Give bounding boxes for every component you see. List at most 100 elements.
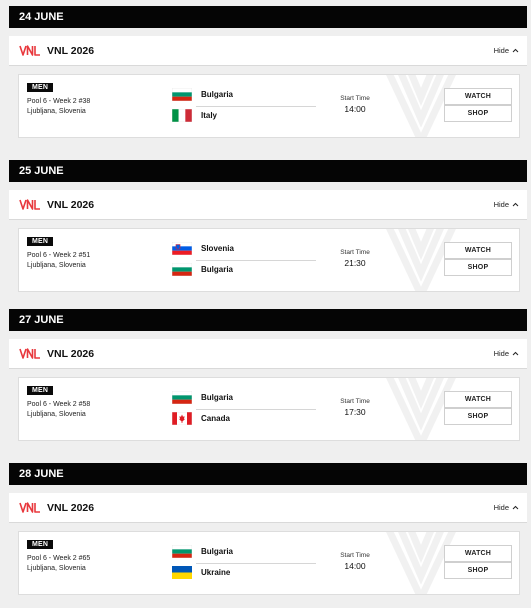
canada-flag-icon <box>172 412 192 425</box>
chevron-up-icon <box>512 505 519 510</box>
start-time-value: 21:30 <box>344 258 366 268</box>
venue-label: Ljubljana, Slovenia <box>27 108 86 115</box>
day-section: 27 JUNE VNL 2026 Hide MEN Pool 6 - Week … <box>9 309 527 441</box>
ukraine-flag-icon <box>172 566 192 579</box>
start-time-value: 14:00 <box>344 104 366 114</box>
match-info: Pool 6 - Week 2 #51 Ljubljana, Slovenia <box>27 251 90 271</box>
italy-flag-icon <box>172 109 192 122</box>
hide-toggle[interactable]: Hide <box>494 200 519 209</box>
team-row: Ukraine <box>172 566 230 579</box>
bulgaria-flag-icon <box>172 545 192 558</box>
gender-badge: MEN <box>27 237 54 246</box>
pool-label: Pool 6 - Week 2 #51 <box>27 252 91 259</box>
competition-header: VNL 2026 Hide <box>9 190 527 220</box>
start-time-label: Start Time <box>340 398 370 405</box>
watch-button[interactable]: WATCH <box>444 391 512 408</box>
match-card: MEN Pool 6 - Week 2 #65 Ljubljana, Slove… <box>18 531 520 595</box>
vnl-logo-icon <box>19 198 41 212</box>
start-time-value: 17:30 <box>344 407 366 417</box>
team-name: Bulgaria <box>201 90 234 99</box>
watch-button[interactable]: WATCH <box>444 545 512 562</box>
team-name: Bulgaria <box>201 547 234 556</box>
chevron-up-icon <box>512 202 519 207</box>
date-header: 25 JUNE <box>9 160 527 182</box>
shop-button[interactable]: SHOP <box>444 562 512 579</box>
day-section: 28 JUNE VNL 2026 Hide MEN Pool 6 - Week … <box>9 463 527 595</box>
vnl-logo-icon <box>19 501 41 515</box>
bulgaria-flag-icon <box>172 263 192 276</box>
vnl-logo-icon <box>19 44 41 58</box>
team-name: Bulgaria <box>201 265 234 274</box>
match-info: Pool 6 - Week 2 #65 Ljubljana, Slovenia <box>27 554 90 574</box>
hide-label: Hide <box>493 200 509 209</box>
hide-label: Hide <box>493 349 509 358</box>
team-row: Bulgaria <box>172 545 233 558</box>
start-time: Start Time 14:00 <box>335 95 375 114</box>
gender-badge: MEN <box>27 83 54 92</box>
date-header: 27 JUNE <box>9 309 527 331</box>
start-time-label: Start Time <box>340 249 370 256</box>
watch-button[interactable]: WATCH <box>444 242 512 259</box>
start-time: Start Time 17:30 <box>335 398 375 417</box>
day-section: 25 JUNE VNL 2026 Hide MEN Pool 6 - Week … <box>9 160 527 292</box>
competition-name: VNL 2026 <box>47 347 95 360</box>
pool-label: Pool 6 - Week 2 #65 <box>27 555 91 562</box>
hide-toggle[interactable]: Hide <box>494 503 519 512</box>
date-header: 28 JUNE <box>9 463 527 485</box>
match-card: MEN Pool 6 - Week 2 #38 Ljubljana, Slove… <box>18 74 520 138</box>
team-divider <box>196 563 316 564</box>
start-time-value: 14:00 <box>344 561 366 571</box>
match-info: Pool 6 - Week 2 #38 Ljubljana, Slovenia <box>27 97 90 117</box>
gender-badge: MEN <box>27 540 54 549</box>
bulgaria-flag-icon <box>172 391 192 404</box>
team-row: Canada <box>172 412 230 425</box>
hide-toggle[interactable]: Hide <box>494 46 519 55</box>
team-name: Slovenia <box>201 244 234 253</box>
match-card: MEN Pool 6 - Week 2 #58 Ljubljana, Slove… <box>18 377 520 441</box>
venue-label: Ljubljana, Slovenia <box>27 262 86 269</box>
match-card: MEN Pool 6 - Week 2 #51 Ljubljana, Slove… <box>18 228 520 292</box>
chevron-up-icon <box>512 351 519 356</box>
start-time-label: Start Time <box>340 552 370 559</box>
venue-label: Ljubljana, Slovenia <box>27 565 86 572</box>
team-row: Slovenia <box>172 242 234 255</box>
hide-toggle[interactable]: Hide <box>494 349 519 358</box>
hide-label: Hide <box>493 46 509 55</box>
competition-header: VNL 2026 Hide <box>9 36 527 66</box>
competition-name: VNL 2026 <box>47 198 95 211</box>
vnl-logo-icon <box>19 347 41 361</box>
competition-name: VNL 2026 <box>47 44 95 57</box>
team-row: Italy <box>172 109 217 122</box>
slovenia-flag-icon <box>172 242 192 255</box>
pool-label: Pool 6 - Week 2 #58 <box>27 401 91 408</box>
start-time-label: Start Time <box>340 95 370 102</box>
competition-header: VNL 2026 Hide <box>9 493 527 523</box>
team-divider <box>196 106 316 107</box>
watch-button[interactable]: WATCH <box>444 88 512 105</box>
pool-label: Pool 6 - Week 2 #38 <box>27 98 91 105</box>
team-divider <box>196 260 316 261</box>
team-name: Ukraine <box>201 568 231 577</box>
bulgaria-flag-icon <box>172 88 192 101</box>
shop-button[interactable]: SHOP <box>444 259 512 276</box>
venue-label: Ljubljana, Slovenia <box>27 411 86 418</box>
day-section: 24 JUNE VNL 2026 Hide MEN Pool 6 - Week … <box>9 6 527 138</box>
team-name: Italy <box>201 111 218 120</box>
team-name: Bulgaria <box>201 393 234 402</box>
team-name: Canada <box>201 414 230 423</box>
date-header: 24 JUNE <box>9 6 527 28</box>
shop-button[interactable]: SHOP <box>444 408 512 425</box>
team-row: Bulgaria <box>172 391 233 404</box>
start-time: Start Time 21:30 <box>335 249 375 268</box>
competition-header: VNL 2026 Hide <box>9 339 527 369</box>
gender-badge: MEN <box>27 386 54 395</box>
shop-button[interactable]: SHOP <box>444 105 512 122</box>
competition-name: VNL 2026 <box>47 501 95 514</box>
team-row: Bulgaria <box>172 88 233 101</box>
hide-label: Hide <box>493 503 509 512</box>
chevron-up-icon <box>512 48 519 53</box>
team-divider <box>196 409 316 410</box>
match-info: Pool 6 - Week 2 #58 Ljubljana, Slovenia <box>27 400 90 420</box>
start-time: Start Time 14:00 <box>335 552 375 571</box>
team-row: Bulgaria <box>172 263 233 276</box>
